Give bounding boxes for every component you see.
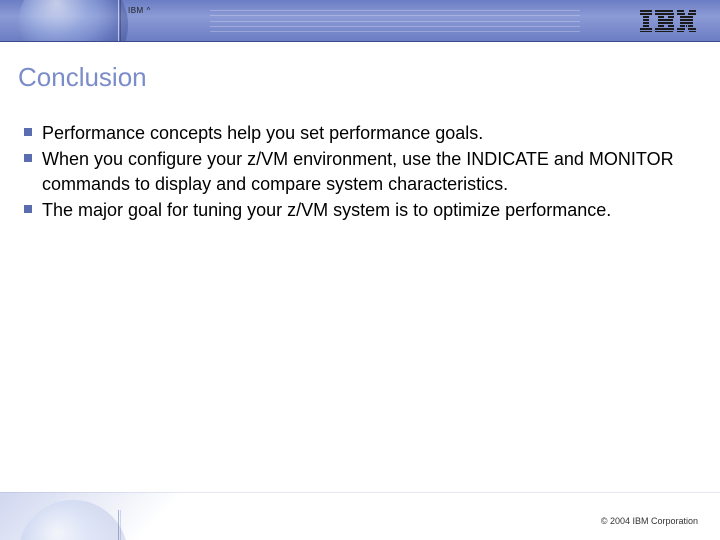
footer-bar: © 2004 IBM Corporation: [0, 492, 720, 540]
bullet-list: Performance concepts help you set perfor…: [24, 121, 696, 222]
header-bar: IBM ^: [0, 0, 720, 42]
bullet-item: When you configure your z/VM environment…: [24, 147, 696, 196]
header-decor-lines: [210, 10, 580, 32]
ibm-logo-icon: [640, 10, 696, 32]
bullet-item: Performance concepts help you set perfor…: [24, 121, 696, 145]
header-label: IBM ^: [128, 6, 151, 15]
footer-divider-shadow: [120, 510, 121, 540]
content-area: Conclusion Performance concepts help you…: [0, 42, 720, 492]
globe-graphic: [18, 0, 128, 42]
bullet-item: The major goal for tuning your z/VM syst…: [24, 198, 696, 222]
header-divider: [118, 0, 119, 41]
copyright-text: © 2004 IBM Corporation: [601, 516, 698, 526]
footer-divider: [118, 510, 119, 540]
slide: IBM ^: [0, 0, 720, 540]
slide-title: Conclusion: [18, 62, 696, 93]
header-divider-shadow: [120, 0, 121, 41]
